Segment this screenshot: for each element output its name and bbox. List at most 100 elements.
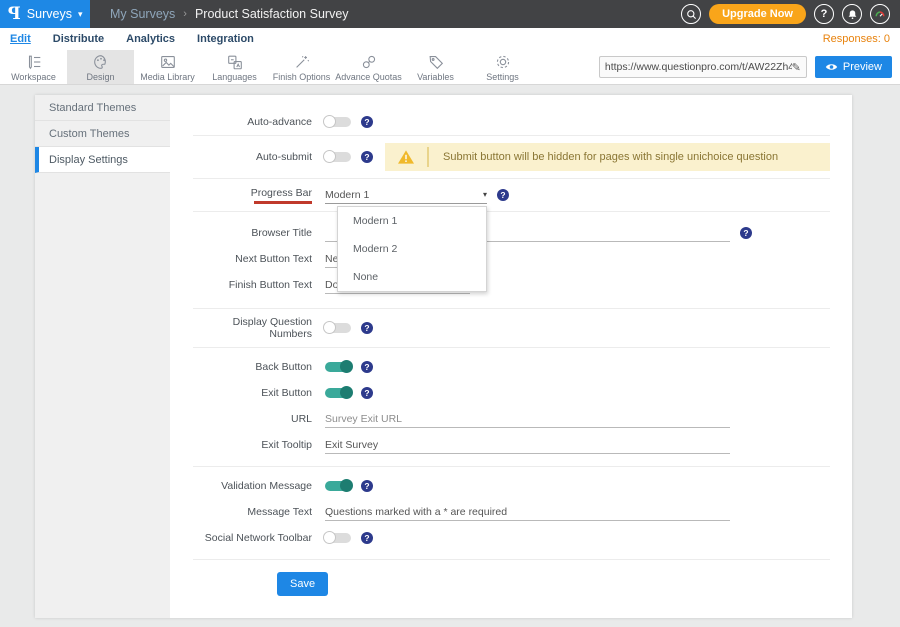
tool-label: Settings — [486, 72, 519, 82]
tool-label: Finish Options — [273, 72, 331, 82]
notifications-button[interactable] — [842, 4, 862, 24]
responses-count[interactable]: Responses: 0 — [823, 33, 890, 45]
variables-icon — [427, 53, 445, 71]
back-button-label: Back Button — [193, 361, 325, 373]
tool-label: Design — [86, 72, 114, 82]
auto-advance-help-icon[interactable]: ? — [361, 116, 373, 128]
media-library-icon — [159, 53, 177, 71]
progress-bar-dropdown: Modern 1 Modern 2 None — [337, 206, 487, 292]
search-icon — [686, 9, 697, 20]
warning-text: Submit button will be hidden for pages w… — [429, 151, 778, 163]
auto-advance-toggle[interactable] — [325, 117, 351, 127]
tab-distribute[interactable]: Distribute — [53, 33, 104, 45]
finish-button-text-label: Finish Button Text — [193, 279, 325, 291]
display-question-numbers-label: Display Question Numbers — [193, 316, 325, 340]
tab-edit[interactable]: Edit — [10, 33, 31, 45]
tool-workspace[interactable]: Workspace — [0, 50, 67, 84]
progress-bar-help-icon[interactable]: ? — [497, 189, 509, 201]
dropdown-option-modern-2[interactable]: Modern 2 — [338, 235, 486, 263]
product-switcher[interactable]: P Surveys ▾ — [0, 0, 90, 28]
sidebar-item-custom-themes[interactable]: Custom Themes — [35, 121, 170, 147]
tool-advance-quotas[interactable]: Advance Quotas — [335, 50, 402, 84]
upgrade-now-button[interactable]: Upgrade Now — [709, 4, 806, 24]
toggle-knob — [340, 386, 353, 399]
tool-label: Variables — [417, 72, 454, 82]
topbar-actions: Upgrade Now ? — [681, 4, 900, 24]
exit-tooltip-input[interactable] — [325, 436, 730, 454]
message-text-input[interactable] — [325, 503, 730, 521]
social-network-toolbar-help-icon[interactable]: ? — [361, 532, 373, 544]
display-question-numbers-help-icon[interactable]: ? — [361, 322, 373, 334]
display-settings-form: Auto-advance ? Auto-submit ? Submit butt… — [170, 95, 852, 618]
bell-icon — [847, 9, 858, 20]
back-button-help-icon[interactable]: ? — [361, 361, 373, 373]
exit-button-help-icon[interactable]: ? — [361, 387, 373, 399]
usage-meter-button[interactable] — [870, 4, 890, 24]
finish-options-icon — [293, 53, 311, 71]
validation-message-help-icon[interactable]: ? — [361, 480, 373, 492]
next-button-text-label: Next Button Text — [193, 253, 325, 265]
tool-design[interactable]: Design — [67, 50, 134, 84]
progress-bar-selected-value: Modern 1 — [325, 189, 369, 201]
auto-submit-help-icon[interactable]: ? — [361, 151, 373, 163]
tool-media-library[interactable]: Media Library — [134, 50, 201, 84]
progress-bar-select-wrap: Modern 1 ▾ Modern 1 Modern 2 None — [325, 186, 487, 204]
toggle-knob — [340, 360, 353, 373]
sidebar-item-display-settings[interactable]: Display Settings — [35, 147, 170, 173]
progress-bar-label-text: Progress Bar — [251, 187, 312, 199]
display-question-numbers-toggle[interactable] — [325, 323, 351, 333]
search-button[interactable] — [681, 4, 701, 24]
tool-settings[interactable]: Settings — [469, 50, 536, 84]
advance-quotas-icon — [360, 53, 378, 71]
toggle-knob — [323, 321, 336, 334]
preview-button[interactable]: Preview — [815, 56, 892, 78]
auto-submit-toggle[interactable] — [325, 152, 351, 162]
back-button-toggle[interactable] — [325, 362, 351, 372]
exit-button-label: Exit Button — [193, 387, 325, 399]
message-text-label: Message Text — [193, 506, 325, 518]
sidebar-item-standard-themes[interactable]: Standard Themes — [35, 95, 170, 121]
survey-url-box: ✎ — [599, 56, 807, 78]
dropdown-option-modern-1[interactable]: Modern 1 — [338, 207, 486, 235]
exit-tooltip-label: Exit Tooltip — [193, 439, 325, 451]
exit-url-label: URL — [193, 413, 325, 425]
tab-analytics[interactable]: Analytics — [126, 33, 175, 45]
questionpro-logo-icon: P — [8, 4, 21, 24]
languages-icon — [226, 53, 244, 71]
preview-label: Preview — [843, 61, 882, 73]
display-settings-panel: Standard Themes Custom Themes Display Se… — [35, 95, 852, 618]
tool-languages[interactable]: Languages — [201, 50, 268, 84]
survey-menu-bar: Edit Distribute Analytics Integration Re… — [0, 28, 900, 50]
save-button[interactable]: Save — [277, 572, 328, 596]
auto-advance-label: Auto-advance — [193, 116, 325, 128]
tool-label: Media Library — [140, 72, 195, 82]
breadcrumb-my-surveys[interactable]: My Surveys — [110, 7, 175, 21]
tool-label: Languages — [212, 72, 257, 82]
auto-submit-warning: Submit button will be hidden for pages w… — [385, 143, 830, 171]
question-mark-icon: ? — [821, 8, 828, 20]
tab-integration[interactable]: Integration — [197, 33, 254, 45]
tool-label: Workspace — [11, 72, 56, 82]
edit-url-pencil-icon[interactable]: ✎ — [792, 61, 801, 74]
dropdown-option-none[interactable]: None — [338, 263, 486, 291]
browser-title-label: Browser Title — [193, 227, 325, 239]
exit-url-input[interactable] — [325, 410, 730, 428]
caret-down-icon: ▾ — [483, 190, 487, 199]
progress-bar-label: Progress Bar — [193, 187, 325, 204]
toggle-knob — [323, 531, 336, 544]
social-network-toolbar-toggle[interactable] — [325, 533, 351, 543]
tool-finish-options[interactable]: Finish Options — [268, 50, 335, 84]
help-menu-button[interactable]: ? — [814, 4, 834, 24]
progress-bar-select[interactable]: Modern 1 ▾ — [325, 186, 487, 204]
tool-variables[interactable]: Variables — [402, 50, 469, 84]
top-bar: P Surveys ▾ My Surveys › Product Satisfa… — [0, 0, 900, 28]
toggle-knob — [323, 115, 336, 128]
browser-title-help-icon[interactable]: ? — [740, 227, 752, 239]
gauge-icon — [874, 8, 886, 20]
exit-button-toggle[interactable] — [325, 388, 351, 398]
validation-message-toggle[interactable] — [325, 481, 351, 491]
validation-message-label: Validation Message — [193, 480, 325, 492]
auto-submit-label: Auto-submit — [193, 151, 325, 163]
survey-url-input[interactable] — [605, 61, 792, 73]
toolbar-right: ✎ Preview — [599, 50, 900, 84]
